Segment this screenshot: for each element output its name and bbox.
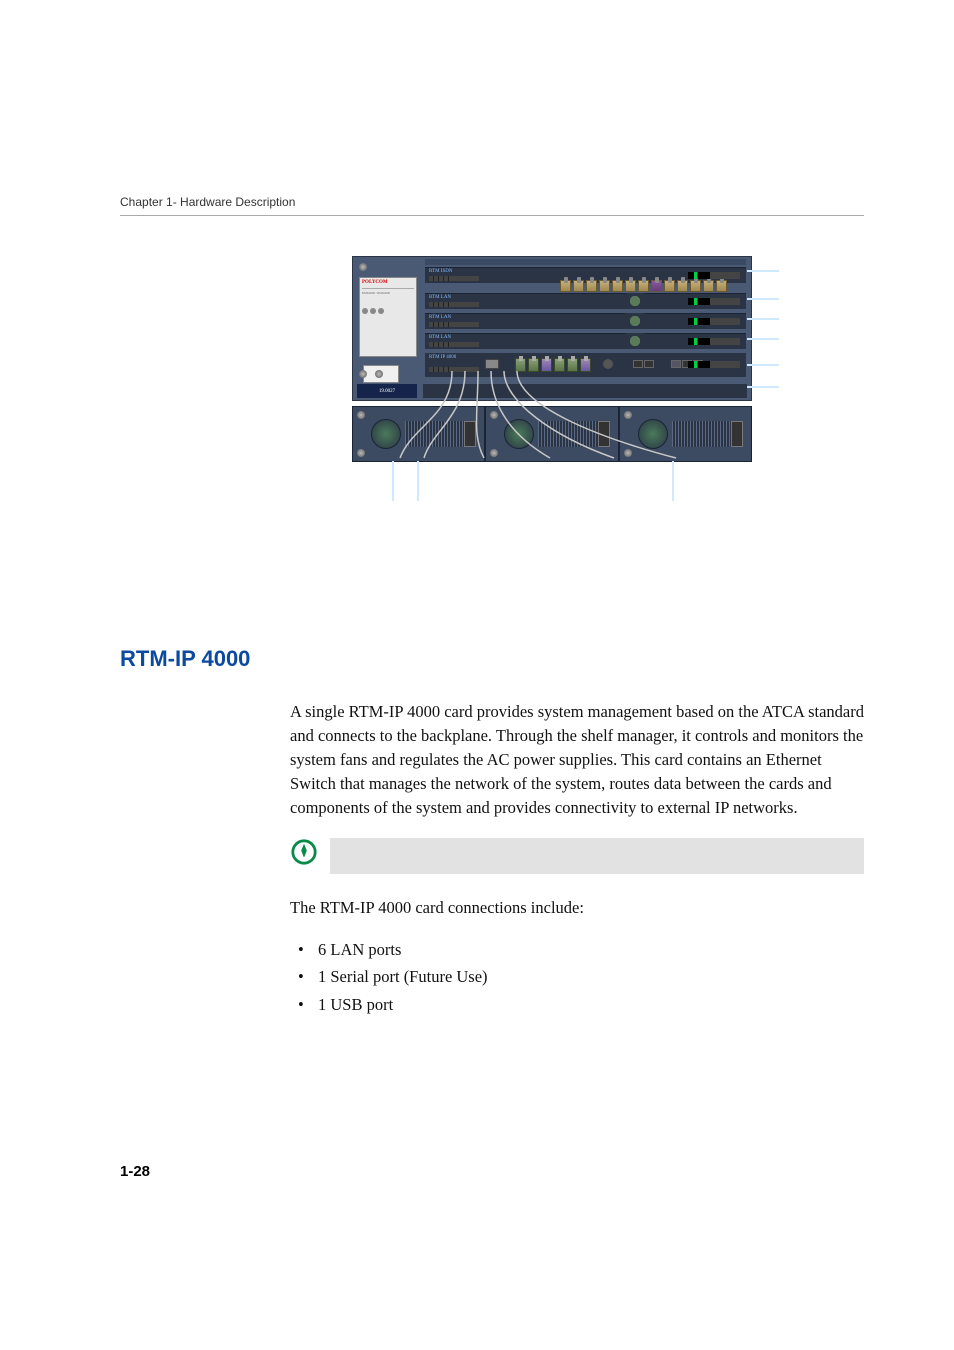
list-item: 6 LAN ports xyxy=(290,938,864,962)
note-icon xyxy=(290,838,318,866)
connections-intro: The RTM-IP 4000 card connections include… xyxy=(290,896,864,920)
list-item: 1 USB port xyxy=(290,993,864,1017)
chapter-header: Chapter 1- Hardware Description xyxy=(120,195,864,216)
section-heading-rtm-ip-4000: RTM-IP 4000 xyxy=(120,646,864,672)
list-item: 1 Serial port (Future Use) xyxy=(290,965,864,989)
hardware-rear-figure: POLYCOM RMX4000 / RMX4000 RTM ISDN xyxy=(240,256,864,526)
connections-list: 6 LAN ports 1 Serial port (Future Use) 1… xyxy=(290,938,864,1018)
section-paragraph: A single RTM-IP 4000 card provides syste… xyxy=(290,700,864,820)
page-number: 1-28 xyxy=(120,1163,150,1180)
note-callout xyxy=(120,838,864,874)
